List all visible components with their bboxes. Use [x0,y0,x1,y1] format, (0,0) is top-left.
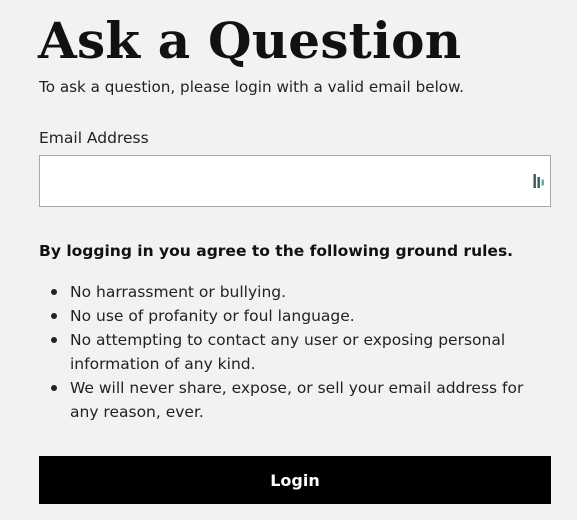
bullet-icon [51,289,57,295]
list-item: We will never share, expose, or sell you… [39,376,549,424]
rule-text: We will never share, expose, or sell you… [70,379,524,421]
list-item: No use of profanity or foul language. [39,304,549,328]
rule-text: No use of profanity or foul language. [70,307,355,325]
bullet-icon [51,385,57,391]
rule-text: No harrassment or bullying. [70,283,287,301]
rules-list: No harrassment or bullying. No use of pr… [39,280,549,424]
list-item: No attempting to contact any user or exp… [39,328,549,376]
list-item: No harrassment or bullying. [39,280,549,304]
page-title: Ask a Question [38,11,462,70]
email-label: Email Address [39,129,149,147]
bullet-icon [51,313,57,319]
email-field[interactable] [39,155,551,207]
login-button[interactable]: Login [39,456,551,504]
bullet-icon [51,337,57,343]
password-manager-icon[interactable] [533,173,545,189]
intro-text: To ask a question, please login with a v… [39,78,464,96]
rules-heading: By logging in you agree to the following… [39,242,514,260]
rule-text: No attempting to contact any user or exp… [70,331,506,373]
